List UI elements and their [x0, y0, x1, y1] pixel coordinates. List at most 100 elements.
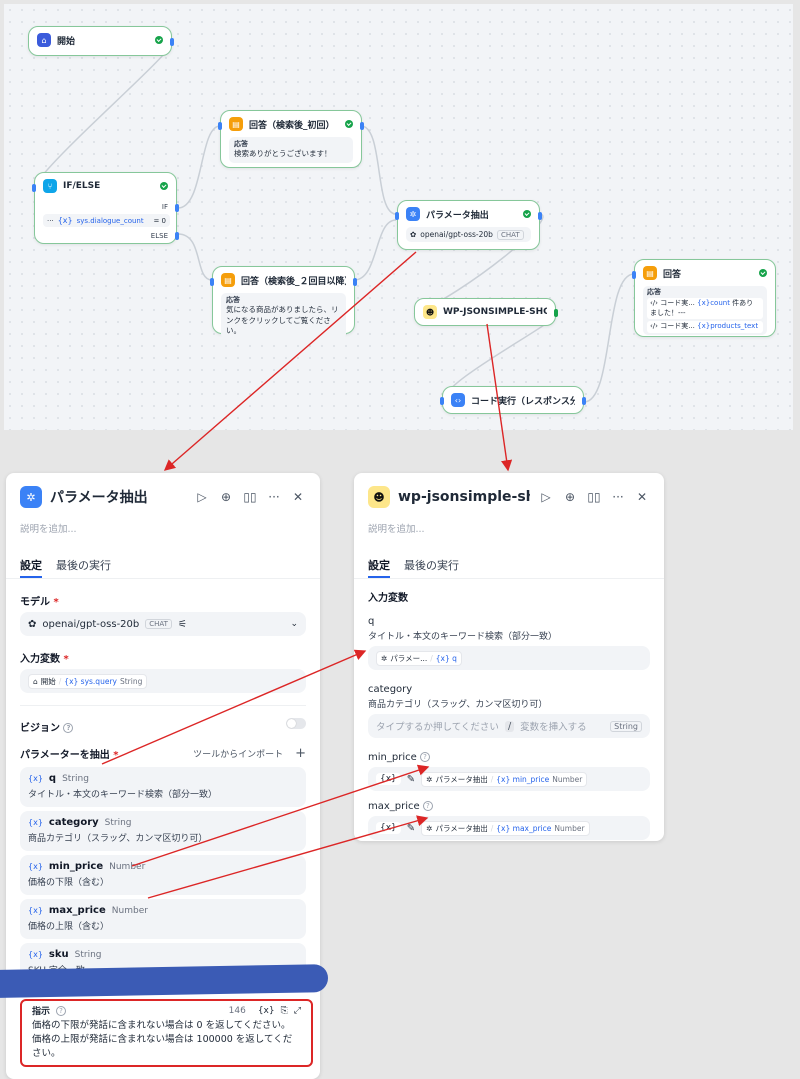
max-price-field[interactable]: {x} ✎ ✲ パラメータ抽出 / {x} max_price Number [368, 816, 650, 840]
answer-second-node[interactable]: ▤ 回答（検索後_２回目以降） 応答 気になる商品がありましたら、リンクをクリッ… [210, 266, 357, 339]
variable-insert-icon[interactable]: {x} [258, 1006, 275, 1016]
model-name: openai/gpt-oss-20b [420, 230, 493, 239]
output-handle[interactable] [582, 397, 586, 405]
else-handle[interactable] [175, 232, 179, 240]
max-node-name: パラメータ抽出 [435, 823, 488, 833]
plugin-icon: ☻ [423, 305, 437, 319]
category-label: category [368, 684, 413, 695]
help-icon: ? [56, 1005, 67, 1016]
wp-plugin-node[interactable]: ☻ WP-JSONSIMPLE-SHOPV1 [414, 298, 558, 326]
q-var-name: {x} q [435, 653, 457, 663]
extract-icon: ✲ [20, 486, 42, 508]
variable-icon: {x} [57, 216, 73, 225]
output-handle[interactable] [538, 212, 542, 220]
more-icon[interactable]: ··· [266, 490, 282, 504]
book-icon[interactable]: ▯▯ [242, 490, 258, 504]
input-handle[interactable] [395, 212, 399, 220]
min-price-var-chip[interactable]: ✲ パラメータ抽出 / {x} min_price Number [421, 771, 588, 787]
output-handle[interactable] [353, 278, 357, 286]
panel-header: ✲ パラメータ抽出 ▷ ⊕ ▯▯ ··· ✕ [6, 473, 320, 521]
book-icon[interactable]: ▯▯ [586, 490, 602, 504]
input-handle[interactable] [210, 278, 214, 286]
input-handle[interactable] [32, 184, 36, 192]
insert-variable-hint: 変数を挿入する [520, 722, 587, 733]
edit-icon[interactable]: ✎ [407, 774, 415, 785]
variable-mode-button[interactable]: {x} [376, 773, 401, 785]
q-field[interactable]: ✲ パラメー... / {x} q [368, 646, 650, 670]
ifelse-node[interactable]: ⑂ IF/ELSE IF ··· {x} sys.dialogue_count … [32, 172, 179, 244]
response-text: 気になる商品がありましたら、リンクをクリックしてご覧ください。 [226, 305, 339, 335]
param-item-q[interactable]: {x} q String タイトル・本文のキーワード検索（部分一致） [20, 767, 306, 807]
instruction-char-count: 146 [228, 1005, 246, 1016]
branch-icon: ⑂ [43, 179, 57, 193]
highlight-bar [0, 964, 328, 998]
response-line-1: ‹/› コード実... {x}count 件ありました！--- [647, 298, 763, 320]
param-item-min-price[interactable]: {x} min_price Number 価格の下限（含む） [20, 855, 306, 895]
max-price-var-chip[interactable]: ✲ パラメータ抽出 / {x} max_price Number [421, 820, 590, 836]
model-select[interactable]: ✿ openai/gpt-oss-20b CHAT ⚟ ⌄ [20, 612, 306, 636]
tab-settings[interactable]: 設定 [20, 551, 42, 578]
condition-row[interactable]: ··· {x} sys.dialogue_count = 0 [43, 214, 170, 227]
success-check-icon [160, 182, 168, 190]
input-handle[interactable] [218, 122, 222, 130]
category-field[interactable]: タイプするか押してください / 変数を挿入する String [368, 714, 650, 738]
min-price-field[interactable]: {x} ✎ ✲ パラメータ抽出 / {x} min_price Number [368, 767, 650, 791]
panel-title: パラメータ抽出 [50, 490, 148, 506]
play-icon[interactable]: ▷ [538, 490, 554, 504]
min-var-type: Number [552, 774, 583, 784]
input-var-field[interactable]: ⌂ 開始 / {x} sys.query String [20, 669, 306, 693]
workflow-canvas[interactable]: ⌂ 開始 ⑂ IF/ELSE IF ··· {x} sys.dialogue_c… [4, 4, 793, 430]
input-handle[interactable] [632, 271, 636, 279]
instruction-box[interactable]: 指示 ? 146 {x} ⎘ ⤢ 価格の下限が発話に含まれない場合は 0 を返し… [20, 999, 313, 1067]
output-handle[interactable] [360, 122, 364, 130]
import-from-tool-button[interactable]: ツールからインポート [193, 747, 283, 760]
param-item-category[interactable]: {x} category String 商品カテゴリ（スラッグ、カンマ区切り可） [20, 811, 306, 851]
input-handle[interactable] [440, 397, 444, 405]
min-price-label: min_price ? [354, 752, 664, 763]
answer-final-node[interactable]: ▤ 回答 応答 ‹/› コード実... {x}count 件ありました！--- … [632, 259, 776, 337]
description-input[interactable]: 説明を追加... [354, 521, 664, 535]
output-handle[interactable] [554, 309, 558, 317]
param-desc: 価格の下限（含む） [28, 878, 110, 888]
vision-toggle[interactable] [286, 718, 306, 729]
locate-icon[interactable]: ⊕ [562, 490, 578, 504]
variable-mode-button[interactable]: {x} [376, 822, 401, 834]
tab-settings[interactable]: 設定 [368, 551, 390, 578]
param-extract-node[interactable]: ✲ パラメータ抽出 ✿ openai/gpt-oss-20b CHAT [395, 200, 542, 250]
add-param-button[interactable]: + [295, 746, 306, 761]
copy-icon[interactable]: ⎘ [281, 1006, 288, 1016]
answer-final-title: 回答 [663, 269, 682, 280]
code-node[interactable]: ‹› コード実行（レスポンス分解 [440, 386, 586, 414]
answer-icon: ▤ [229, 117, 243, 131]
close-icon[interactable]: ✕ [634, 490, 650, 504]
instruction-text[interactable]: 価格の下限が発話に含まれない場合は 0 を返してください。 価格の上限が発話に含… [32, 1019, 301, 1060]
condition-ellipsis: ··· [47, 216, 54, 225]
more-icon[interactable]: ··· [610, 490, 626, 504]
answer-first-node[interactable]: ▤ 回答（検索後_初回） 応答 検索ありがとうございます！ [218, 110, 364, 168]
tab-last-run[interactable]: 最後の実行 [56, 551, 111, 578]
expand-icon[interactable]: ⤢ [294, 1006, 301, 1016]
edit-icon[interactable]: ✎ [407, 823, 415, 834]
param-type: Number [109, 862, 146, 872]
settings-icon[interactable]: ⚟ [178, 619, 285, 630]
chevron-down-icon[interactable]: ⌄ [290, 619, 298, 629]
play-icon[interactable]: ▷ [194, 490, 210, 504]
if-handle[interactable] [175, 204, 179, 212]
instruction-label: 指示 [32, 1007, 51, 1017]
code-icon: ‹› [451, 393, 465, 407]
description-input[interactable]: 説明を追加... [6, 521, 320, 535]
model-tag: CHAT [496, 229, 524, 240]
param-item-max-price[interactable]: {x} max_price Number 価格の上限（含む） [20, 899, 306, 939]
output-handle[interactable] [170, 38, 174, 46]
start-node[interactable]: ⌂ 開始 [28, 26, 174, 56]
param-name: max_price [48, 905, 106, 916]
close-icon[interactable]: ✕ [290, 490, 306, 504]
line1-var: {x}count [697, 299, 730, 308]
max-var-name: {x} max_price [496, 823, 552, 833]
q-var-chip[interactable]: ✲ パラメー... / {x} q [376, 650, 462, 666]
answer-final-response: 応答 ‹/› コード実... {x}count 件ありました！--- ‹/› コ… [643, 286, 767, 335]
input-var-chip[interactable]: ⌂ 開始 / {x} sys.query String [28, 673, 148, 689]
tab-last-run[interactable]: 最後の実行 [404, 551, 459, 578]
model-logo-icon: ✿ [28, 618, 37, 630]
locate-icon[interactable]: ⊕ [218, 490, 234, 504]
